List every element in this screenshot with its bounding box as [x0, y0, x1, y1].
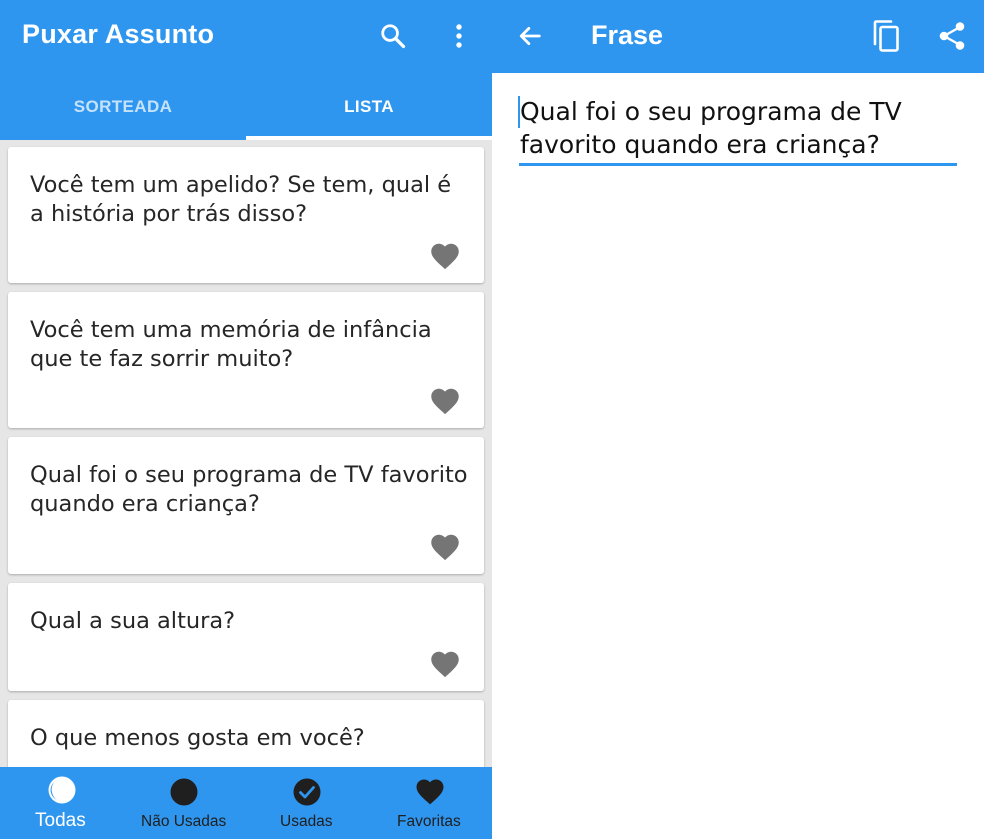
nav-nao-usadas[interactable]: Não Usadas — [123, 767, 246, 839]
heart-icon[interactable] — [430, 533, 460, 561]
phrase-detail-screen: Frase Qual foi o seu programa de TV favo… — [492, 0, 984, 839]
tab-bar: SORTEADA LISTA — [0, 73, 492, 140]
nav-label: Favoritas — [397, 813, 461, 830]
app-bar: Puxar Assunto — [0, 0, 492, 73]
tab-indicator — [246, 136, 492, 140]
search-icon — [381, 24, 406, 49]
phrase-card[interactable]: Você tem um apelido? Se tem, qual é a hi… — [8, 147, 484, 283]
bottom-navigation: Todas Não Usadas Usadas Favoritas — [0, 767, 492, 839]
card-text: Qual a sua altura? — [30, 608, 236, 634]
phrase-card[interactable]: Qual a sua altura? — [8, 583, 484, 691]
card-text: O que menos gosta em você? — [30, 725, 365, 751]
page-title: Frase — [591, 20, 664, 50]
nav-label: Não Usadas — [141, 813, 227, 830]
nav-label: Todas — [35, 810, 86, 831]
copy-icon — [873, 20, 899, 52]
app-title: Puxar Assunto — [22, 19, 215, 49]
nav-label: Usadas — [280, 813, 333, 830]
share-icon — [939, 22, 965, 50]
phrase-card[interactable]: Qual foi o seu programa de TV favorito q… — [8, 437, 484, 574]
more-options-button[interactable] — [444, 16, 474, 56]
phrase-input[interactable]: Qual foi o seu programa de TV favorito q… — [518, 94, 957, 166]
back-button[interactable] — [512, 18, 548, 54]
phrase-text: Qual foi o seu programa de TV favorito q… — [520, 97, 902, 159]
card-text: Qual foi o seu programa de TV favorito q… — [30, 462, 468, 517]
check-circle-icon — [293, 778, 321, 806]
tab-lista[interactable]: LISTA — [246, 73, 492, 140]
copy-button[interactable] — [866, 16, 906, 56]
search-button[interactable] — [376, 16, 410, 56]
heart-icon[interactable] — [430, 650, 460, 678]
app-bar: Frase — [492, 0, 984, 73]
heart-icon[interactable] — [430, 387, 460, 415]
share-button[interactable] — [932, 16, 972, 56]
arrow-back-icon — [519, 27, 541, 45]
nav-todas[interactable]: Todas — [0, 767, 123, 839]
nav-usadas[interactable]: Usadas — [246, 767, 369, 839]
list-screen: Puxar Assunto SORTEADA LISTA Você tem um… — [0, 0, 492, 839]
card-text: Você tem uma memória de infância que te … — [30, 317, 432, 372]
circle-icon — [170, 778, 198, 806]
heart-icon — [416, 779, 444, 805]
more-vert-icon — [456, 24, 462, 48]
phrase-card[interactable]: Você tem uma memória de infância que te … — [8, 292, 484, 428]
nav-favoritas[interactable]: Favoritas — [369, 767, 492, 839]
heart-icon[interactable] — [430, 242, 460, 270]
card-text: Você tem um apelido? Se tem, qual é a hi… — [30, 172, 452, 227]
tab-sorteada[interactable]: SORTEADA — [0, 73, 246, 140]
all-icon — [48, 776, 76, 804]
